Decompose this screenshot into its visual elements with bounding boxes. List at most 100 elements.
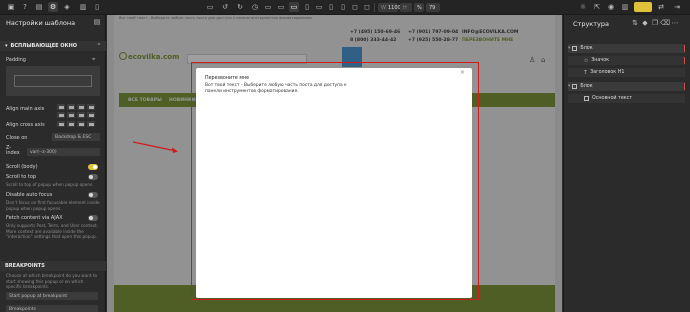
breakpoint-desktop-icon[interactable]: ▭ xyxy=(289,2,299,12)
align-main-around-button[interactable] xyxy=(56,111,66,119)
page-icon[interactable]: ▤ xyxy=(34,2,44,12)
tree-chevron-icon: ▾ xyxy=(568,84,571,89)
help-icon[interactable]: ? xyxy=(20,2,30,12)
preview-icon[interactable]: ◻ xyxy=(350,2,360,12)
z-index-input[interactable]: var(--z-300) xyxy=(27,148,100,156)
structure-item-icon[interactable]: ✩ Значок xyxy=(568,56,685,65)
breakpoint-landscape-icon[interactable]: ▭ xyxy=(314,2,324,12)
settings-gear-icon[interactable]: ⚙ xyxy=(48,2,58,12)
lock-icon[interactable]: ◻ xyxy=(362,2,372,12)
padding-link-icon[interactable]: ⌖ xyxy=(92,56,95,64)
align-cross-start-button[interactable] xyxy=(56,120,66,128)
structure-panel: Структура ⇅ ◆ ❐ ⌫ ⋯ ▾ Блок ✩ Значок T За… xyxy=(563,15,690,312)
structure-expand-icon[interactable]: ⇅ xyxy=(630,18,640,28)
laptop-icon[interactable]: ▭ xyxy=(276,2,286,12)
structure-item-heading[interactable]: T Заголовок H1 xyxy=(568,68,685,77)
align-main-stretch-button[interactable] xyxy=(76,111,86,119)
disable-autofocus-toggle[interactable] xyxy=(88,192,98,198)
history-icon[interactable]: ◷ xyxy=(250,2,260,12)
external-link-icon[interactable]: ⇱ xyxy=(592,2,602,12)
heading-icon: T xyxy=(584,69,588,76)
breakpoints-help: Choose at which breakpoint do you want t… xyxy=(6,273,98,289)
structure-item-block-2[interactable]: ▾ Блок xyxy=(568,82,685,91)
code-icon[interactable]: ▯ xyxy=(92,2,102,12)
close-on-select[interactable]: Backdrop & ESC xyxy=(52,133,100,141)
align-main-center-button[interactable] xyxy=(66,103,76,111)
breakpoint-tablet-icon[interactable]: ▯ xyxy=(302,2,312,12)
top-toolbar: ▣ ? ▤ ⚙ ◈ ▥ ▯ ▭ ↺ ↻ ◷ ▭ ▭ ▭ ▯ ▭ ▯ ▯ ◻ ◻ … xyxy=(0,0,690,15)
align-main-evenly-button[interactable] xyxy=(66,111,76,119)
eye-icon[interactable]: ◉ xyxy=(606,2,616,12)
align-main-start-button[interactable] xyxy=(56,103,66,111)
scroll-to-top-label: Scroll to top xyxy=(6,174,37,180)
tree-item-label: Основной текст xyxy=(592,96,633,101)
z-index-value: var(--z-300) xyxy=(30,149,57,155)
zoom-height-field[interactable]: H xyxy=(400,3,412,12)
zoom-percent-field[interactable]: 79 xyxy=(426,3,440,12)
section-breakpoints-header[interactable]: BREAKPOINTS xyxy=(0,261,106,271)
toolbar-divider xyxy=(374,3,375,12)
disable-autofocus-label: Disable auto focus xyxy=(6,192,53,198)
close-on-label: Close on xyxy=(6,135,28,141)
align-cross-label: Align cross axis xyxy=(6,122,45,128)
tools-icon[interactable]: ▥ xyxy=(78,2,88,12)
zoom-width-value: 1100 xyxy=(387,4,401,11)
section-breakpoints-label: BREAKPOINTS xyxy=(5,263,45,269)
structure-tag-icon[interactable]: ◆ xyxy=(640,18,650,28)
align-main-end-button[interactable] xyxy=(76,103,86,111)
text-icon xyxy=(584,96,589,101)
align-cross-end-button[interactable] xyxy=(76,120,86,128)
fetch-ajax-toggle[interactable] xyxy=(88,215,98,221)
scroll-body-label: Scroll (body) xyxy=(6,164,38,170)
tree-marker xyxy=(683,57,685,64)
back-icon[interactable]: ⇄ xyxy=(656,2,666,12)
panel-toggle-icon[interactable]: ▥ xyxy=(620,2,630,12)
scroll-to-top-toggle[interactable] xyxy=(88,174,98,180)
zoom-width-field[interactable]: W 1100 xyxy=(378,3,401,12)
fetch-ajax-label: Fetch content via AJAX xyxy=(6,215,63,221)
exit-icon[interactable]: ⇥ xyxy=(672,2,682,12)
breakpoint-small-icon[interactable]: ▯ xyxy=(338,2,348,12)
save-button[interactable] xyxy=(634,2,652,12)
scroll-body-toggle[interactable] xyxy=(88,164,98,170)
desktop-icon[interactable]: ▭ xyxy=(205,2,215,12)
breakpoint-mobile-icon[interactable]: ▯ xyxy=(326,2,336,12)
redo-icon[interactable]: ↻ xyxy=(235,2,245,12)
structure-more-icon[interactable]: ⋯ xyxy=(670,18,680,28)
scroll-to-top-help: Scroll to top of popup when popup opens. xyxy=(6,182,94,187)
red-arrow-annotation xyxy=(132,141,178,153)
breakpoints-select[interactable]: Breakpoints xyxy=(6,305,98,312)
structure-item-block-1[interactable]: ▾ Блок xyxy=(568,44,685,53)
block-icon xyxy=(572,84,578,89)
section-popup-header[interactable]: ▾ ВСПЛЫВАЮЩЕЕ ОКНО ⌃ xyxy=(0,41,106,51)
structure-copy-icon[interactable]: ❐ xyxy=(650,18,660,28)
tree-marker xyxy=(683,83,685,90)
align-cross-stretch-button[interactable] xyxy=(86,120,96,128)
align-cross-center-button[interactable] xyxy=(66,120,76,128)
close-on-value: Backdrop & ESC xyxy=(55,134,92,140)
popup-close-icon[interactable]: × xyxy=(460,69,465,76)
undo-icon[interactable]: ↺ xyxy=(220,2,230,12)
logo-icon[interactable]: ▣ xyxy=(6,2,16,12)
zoom-unit[interactable]: % xyxy=(414,3,424,12)
device-icon[interactable]: ▭ xyxy=(263,2,273,12)
block-icon xyxy=(572,46,578,51)
breakpoint-select[interactable]: Start popup at breakpoint xyxy=(6,292,98,300)
padding-box[interactable] xyxy=(6,66,100,96)
template-settings-panel: Настройки шаблона ▤ ▾ ВСПЛЫВАЮЩЕЕ ОКНО ⌃… xyxy=(0,15,106,312)
structure-item-text[interactable]: Основной текст xyxy=(568,94,685,103)
breakpoint-select-value: Start popup at breakpoint xyxy=(9,293,68,299)
breakpoints-select-value: Breakpoints xyxy=(9,306,36,312)
sun-icon[interactable]: ☼ xyxy=(578,2,588,12)
layers-icon[interactable]: ◈ xyxy=(62,2,72,12)
panel-collapse-icon[interactable]: ▤ xyxy=(92,17,102,27)
structure-title: Структура xyxy=(573,20,609,28)
structure-delete-icon[interactable]: ⌫ xyxy=(660,18,670,28)
star-icon: ✩ xyxy=(584,57,589,64)
disable-autofocus-help: Don't focus on first focusable element i… xyxy=(6,200,100,211)
align-main-baseline-button[interactable] xyxy=(86,111,96,119)
tree-item-label: Значок xyxy=(591,58,610,63)
align-main-between-button[interactable] xyxy=(86,103,96,111)
fetch-ajax-help: Only supports Post, Term, and User conte… xyxy=(6,223,98,239)
tree-item-label: Заголовок H1 xyxy=(590,70,625,75)
